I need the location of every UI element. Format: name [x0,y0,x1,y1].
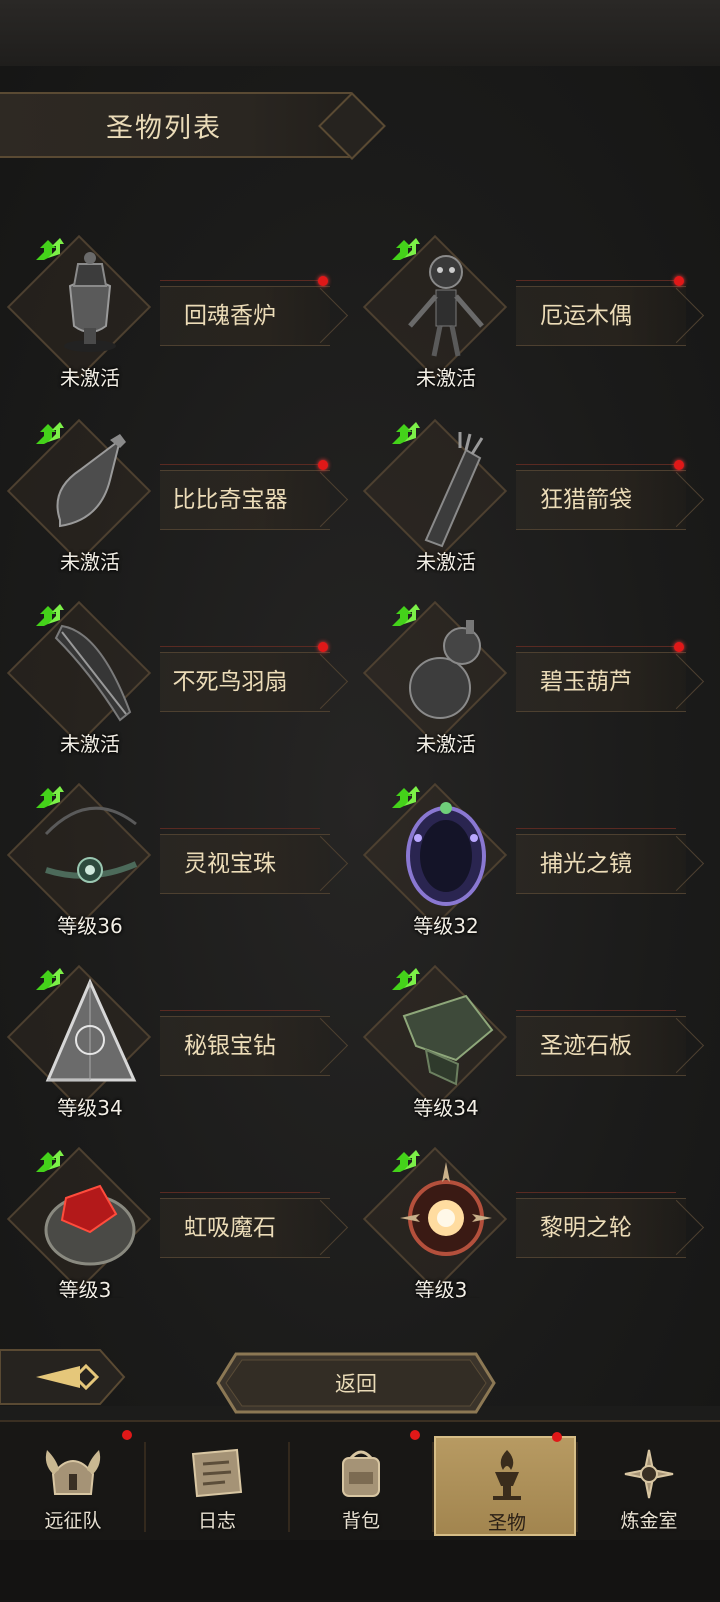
red-dot-badge [410,1430,420,1440]
divider [160,1192,320,1193]
upgrade-arrow-icon [392,786,420,808]
red-dot-badge [122,1430,132,1440]
page-title: 圣物列表 [106,113,222,144]
relic-card[interactable]: 不死鸟羽扇 未激活 [0,598,340,758]
red-dot-badge [318,460,328,470]
tab-relics[interactable]: 圣物 [434,1432,576,1536]
return-button[interactable]: 返回 [216,1352,496,1414]
return-label: 返回 [335,1372,377,1396]
relic-card[interactable]: 虹吸魔石 等级3_ [0,1144,340,1298]
relic-name: 狂猎箭袋 [540,487,632,513]
relic-card[interactable]: 回魂香炉 未激活 [0,232,340,392]
relic-name: 比比奇宝器 [172,487,288,513]
relic-status: 等级34 [413,1096,479,1120]
relic-card[interactable]: 厄运木偶 未激活 [356,232,696,392]
upgrade-arrow-icon [392,422,420,444]
relic-name: 厄运木偶 [540,303,632,329]
relic-status: 等级36 [57,914,123,938]
red-dot-badge [318,642,328,652]
relic-card[interactable]: 捕光之镜 等级32 [356,780,696,940]
relic-status: 等级34 [57,1096,123,1120]
tab-label: 远征队 [44,1510,102,1532]
upgrade-arrow-icon [36,786,64,808]
tab-backpack[interactable]: 背包 [290,1430,432,1536]
divider [160,280,320,281]
relic-status: 未激活 [416,366,476,390]
relic-card[interactable]: 圣迹石板 等级34 [356,962,696,1122]
tab-label: 背包 [341,1510,380,1532]
relic-name: 圣迹石板 [540,1033,632,1059]
red-dot-badge [318,276,328,286]
relic-name: 黎明之轮 [540,1215,632,1241]
back-arrow-button[interactable] [0,1346,126,1408]
tab-label: 圣物 [487,1512,526,1534]
relic-status: 未激活 [60,732,120,756]
upgrade-arrow-icon [36,604,64,626]
tab-alchemy[interactable]: 炼金室 [578,1436,720,1536]
relic-name: 捕光之镜 [540,851,632,877]
helmet-icon [45,1450,101,1495]
relic-name: 回魂香炉 [184,303,276,329]
scroll-icon [191,1448,243,1498]
relic-status: 未激活 [60,550,120,574]
relic-card[interactable]: 灵视宝珠 等级36 [0,780,340,940]
relic-status: 未激活 [416,550,476,574]
relic-name: 秘银宝钻 [184,1033,276,1059]
red-dot-badge [674,642,684,652]
tab-journal[interactable]: 日志 [146,1436,288,1536]
relic-status: 未激活 [60,366,120,390]
tab-label: 日志 [197,1510,236,1532]
relic-status: 未激活 [416,732,476,756]
divider [160,646,320,647]
divider [516,1192,676,1193]
relic-card[interactable]: 秘银宝钻 等级34 [0,962,340,1122]
torch-relic-icon [493,1450,521,1500]
red-dot-badge [674,276,684,286]
relic-name: 虹吸魔石 [184,1215,276,1241]
divider [516,828,676,829]
divider [516,646,676,647]
relic-status: 等级3_ [58,1278,122,1298]
upgrade-arrow-icon [392,238,420,260]
divider [160,464,320,465]
upgrade-arrow-icon [36,1150,64,1172]
upgrade-arrow-icon [392,604,420,626]
tab-expedition[interactable]: 远征队 [2,1430,144,1536]
upgrade-arrow-icon [392,1150,420,1172]
relic-status: 等级32 [413,914,479,938]
red-dot-badge [552,1432,562,1442]
relic-name: 不死鸟羽扇 [172,669,288,695]
relic-name: 碧玉葫芦 [540,669,632,695]
bottom-strip [0,1540,720,1600]
relic-card[interactable]: 黎明之轮 等级3_ [356,1144,696,1298]
relic-status: 等级3_ [414,1278,478,1298]
divider [516,280,676,281]
alchemy-icon [624,1449,674,1499]
backpack-icon [342,1450,380,1497]
red-dot-badge [674,460,684,470]
relic-card[interactable]: 比比奇宝器 未激活 [0,416,340,576]
upgrade-arrow-icon [36,968,64,990]
relic-card[interactable]: 碧玉葫芦 未激活 [356,598,696,758]
divider [516,464,676,465]
upgrade-arrow-icon [392,968,420,990]
divider [160,1010,320,1011]
relic-card[interactable]: 狂猎箭袋 未激活 [356,416,696,576]
relic-grid[interactable]: 回魂香炉 未激活 厄运木偶 未激活 比比奇宝器 未激活 狂猎箭袋 未激活 不死鸟… [0,232,720,1298]
upgrade-arrow-icon [36,238,64,260]
upgrade-arrow-icon [36,422,64,444]
divider [160,828,320,829]
tab-label: 炼金室 [620,1510,678,1532]
relic-name: 灵视宝珠 [184,851,276,877]
divider [516,1010,676,1011]
top-bar [0,0,720,68]
